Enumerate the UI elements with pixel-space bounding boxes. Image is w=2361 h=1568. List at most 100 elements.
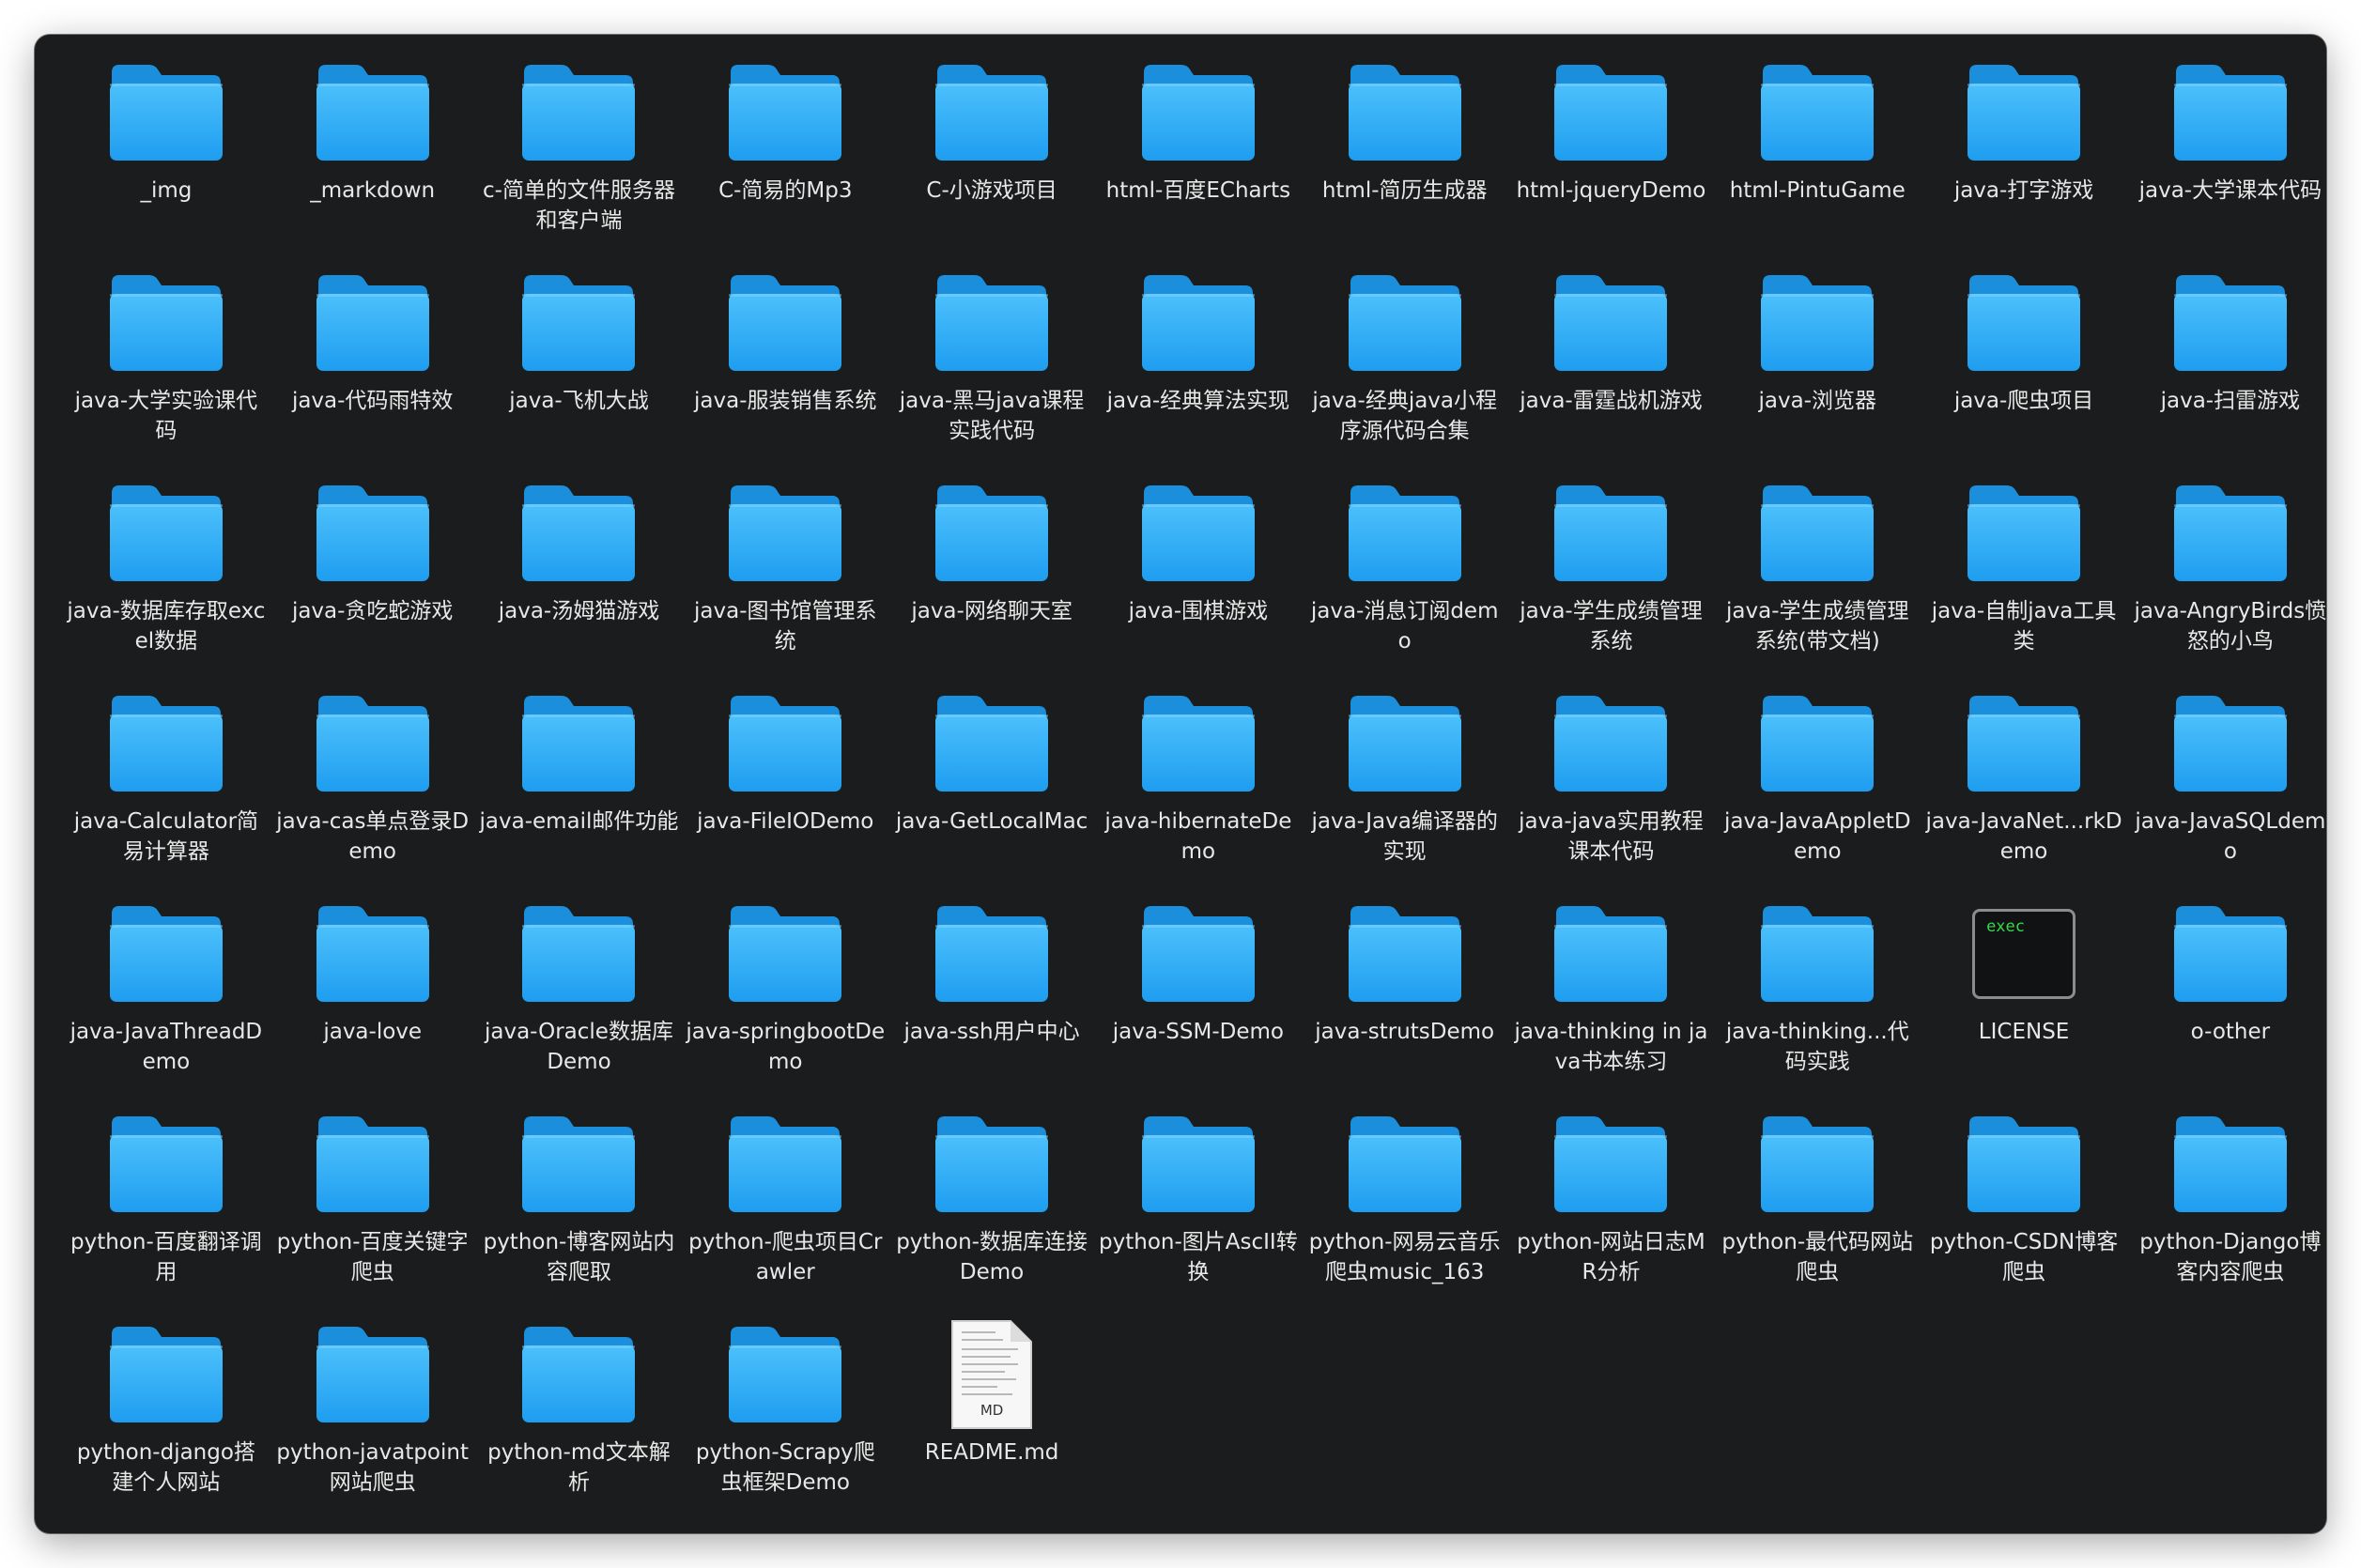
- folder-icon[interactable]: [108, 1323, 224, 1426]
- folder-icon[interactable]: [934, 692, 1050, 795]
- folder-item[interactable]: java-服装销售系统: [682, 271, 888, 482]
- folder-icon[interactable]: [1552, 61, 1669, 164]
- folder-icon[interactable]: [1759, 692, 1875, 795]
- folder-icon[interactable]: [1759, 1113, 1875, 1216]
- folder-item[interactable]: java-cas单点登录Demo: [270, 692, 476, 902]
- folder-icon[interactable]: [934, 271, 1050, 375]
- folder-item[interactable]: java-经典java小程序源代码合集: [1302, 271, 1508, 482]
- folder-item[interactable]: html-百度ECharts: [1095, 61, 1302, 271]
- folder-item[interactable]: java-JavaAppletDemo: [1714, 692, 1921, 902]
- folder-item[interactable]: java-FileIODemo: [682, 692, 888, 902]
- folder-icon[interactable]: [1552, 692, 1669, 795]
- folder-icon[interactable]: [1140, 1113, 1257, 1216]
- folder-icon[interactable]: [315, 902, 431, 1006]
- folder-icon[interactable]: [1347, 271, 1463, 375]
- folder-item[interactable]: python-百度关键字爬虫: [270, 1113, 476, 1323]
- folder-icon[interactable]: [520, 902, 637, 1006]
- folder-item[interactable]: java-雷霆战机游戏: [1508, 271, 1715, 482]
- folder-item[interactable]: C-小游戏项目: [888, 61, 1095, 271]
- folder-item[interactable]: python-最代码网站爬虫: [1714, 1113, 1921, 1323]
- folder-icon[interactable]: [1966, 271, 2082, 375]
- folder-icon[interactable]: [1552, 1113, 1669, 1216]
- folder-item[interactable]: java-打字游戏: [1921, 61, 2127, 271]
- folder-item[interactable]: html-jqueryDemo: [1508, 61, 1715, 271]
- file-item[interactable]: exec LICENSE: [1921, 902, 2127, 1113]
- folder-item[interactable]: java-thinking...代码实践: [1714, 902, 1921, 1113]
- folder-icon[interactable]: [1140, 692, 1257, 795]
- folder-icon[interactable]: [1140, 482, 1257, 585]
- folder-icon[interactable]: [1966, 692, 2082, 795]
- folder-item[interactable]: java-经典算法实现: [1095, 271, 1302, 482]
- folder-item[interactable]: python-Django博客内容爬虫: [2127, 1113, 2326, 1323]
- folder-icon[interactable]: [315, 692, 431, 795]
- folder-icon[interactable]: [2172, 271, 2289, 375]
- folder-item[interactable]: java-围棋游戏: [1095, 482, 1302, 692]
- folder-item[interactable]: java-JavaNet...rkDemo: [1921, 692, 2127, 902]
- folder-item[interactable]: java-Java编译器的实现: [1302, 692, 1508, 902]
- folder-item[interactable]: java-SSM-Demo: [1095, 902, 1302, 1113]
- folder-item[interactable]: java-JavaThreadDemo: [63, 902, 270, 1113]
- folder-icon[interactable]: [934, 61, 1050, 164]
- folder-icon[interactable]: [520, 1323, 637, 1426]
- folder-item[interactable]: java-黑马java课程实践代码: [888, 271, 1095, 482]
- folder-item[interactable]: java-学生成绩管理系统(带文档): [1714, 482, 1921, 692]
- folder-icon[interactable]: [727, 482, 843, 585]
- folder-icon[interactable]: [1966, 482, 2082, 585]
- folder-item[interactable]: java-消息订阅demo: [1302, 482, 1508, 692]
- folder-item[interactable]: python-网易云音乐爬虫music_163: [1302, 1113, 1508, 1323]
- folder-item[interactable]: python-爬虫项目Crawler: [682, 1113, 888, 1323]
- folder-item[interactable]: java-GetLocalMac: [888, 692, 1095, 902]
- folder-icon[interactable]: [727, 61, 843, 164]
- folder-icon[interactable]: [520, 692, 637, 795]
- folder-icon[interactable]: [315, 271, 431, 375]
- folder-icon[interactable]: [520, 482, 637, 585]
- folder-item[interactable]: java-扫雷游戏: [2127, 271, 2326, 482]
- folder-item[interactable]: java-Calculator简易计算器: [63, 692, 270, 902]
- folder-icon[interactable]: [315, 1113, 431, 1216]
- folder-icon[interactable]: [520, 61, 637, 164]
- folder-icon[interactable]: [108, 61, 224, 164]
- folder-item[interactable]: java-java实用教程课本代码: [1508, 692, 1715, 902]
- folder-icon[interactable]: [727, 1323, 843, 1426]
- folder-item[interactable]: _img: [63, 61, 270, 271]
- file-item[interactable]: MD README.md: [888, 1320, 1095, 1533]
- folder-item[interactable]: python-数据库连接Demo: [888, 1113, 1095, 1323]
- folder-icon[interactable]: [934, 902, 1050, 1006]
- folder-item[interactable]: python-django搭建个人网站: [63, 1323, 270, 1533]
- folder-item[interactable]: java-汤姆猫游戏: [476, 482, 683, 692]
- folder-item[interactable]: java-学生成绩管理系统: [1508, 482, 1715, 692]
- folder-icon[interactable]: [315, 482, 431, 585]
- folder-icon[interactable]: [1759, 902, 1875, 1006]
- folder-icon[interactable]: [1966, 61, 2082, 164]
- folder-item[interactable]: java-hibernateDemo: [1095, 692, 1302, 902]
- folder-icon[interactable]: [1347, 482, 1463, 585]
- folder-item[interactable]: o-other: [2127, 902, 2326, 1113]
- folder-icon[interactable]: [1759, 271, 1875, 375]
- exec-file-icon[interactable]: exec: [1966, 902, 2082, 1006]
- folder-item[interactable]: java-代码雨特效: [270, 271, 476, 482]
- folder-item[interactable]: c-简单的文件服务器和客户端: [476, 61, 683, 271]
- folder-item[interactable]: java-JavaSQLdemo: [2127, 692, 2326, 902]
- folder-item[interactable]: java-浏览器: [1714, 271, 1921, 482]
- folder-item[interactable]: java-自制java工具类: [1921, 482, 2127, 692]
- folder-icon[interactable]: [315, 61, 431, 164]
- folder-item[interactable]: python-javatpoint网站爬虫: [270, 1323, 476, 1533]
- folder-icon[interactable]: [1347, 1113, 1463, 1216]
- folder-icon[interactable]: [108, 271, 224, 375]
- folder-icon[interactable]: [1552, 482, 1669, 585]
- folder-icon[interactable]: [1552, 902, 1669, 1006]
- folder-item[interactable]: java-thinking in java书本练习: [1508, 902, 1715, 1113]
- folder-item[interactable]: python-CSDN博客爬虫: [1921, 1113, 2127, 1323]
- folder-item[interactable]: java-图书馆管理系统: [682, 482, 888, 692]
- folder-icon[interactable]: [1347, 61, 1463, 164]
- folder-icon[interactable]: [2172, 61, 2289, 164]
- folder-icon[interactable]: [1552, 271, 1669, 375]
- folder-icon[interactable]: [108, 902, 224, 1006]
- folder-icon[interactable]: [108, 1113, 224, 1216]
- folder-item[interactable]: python-Scrapy爬虫框架Demo: [682, 1323, 888, 1533]
- folder-icon[interactable]: [1347, 692, 1463, 795]
- folder-item[interactable]: java-strutsDemo: [1302, 902, 1508, 1113]
- folder-icon[interactable]: [108, 482, 224, 585]
- folder-icon[interactable]: [727, 902, 843, 1006]
- folder-item[interactable]: C-简易的Mp3: [682, 61, 888, 271]
